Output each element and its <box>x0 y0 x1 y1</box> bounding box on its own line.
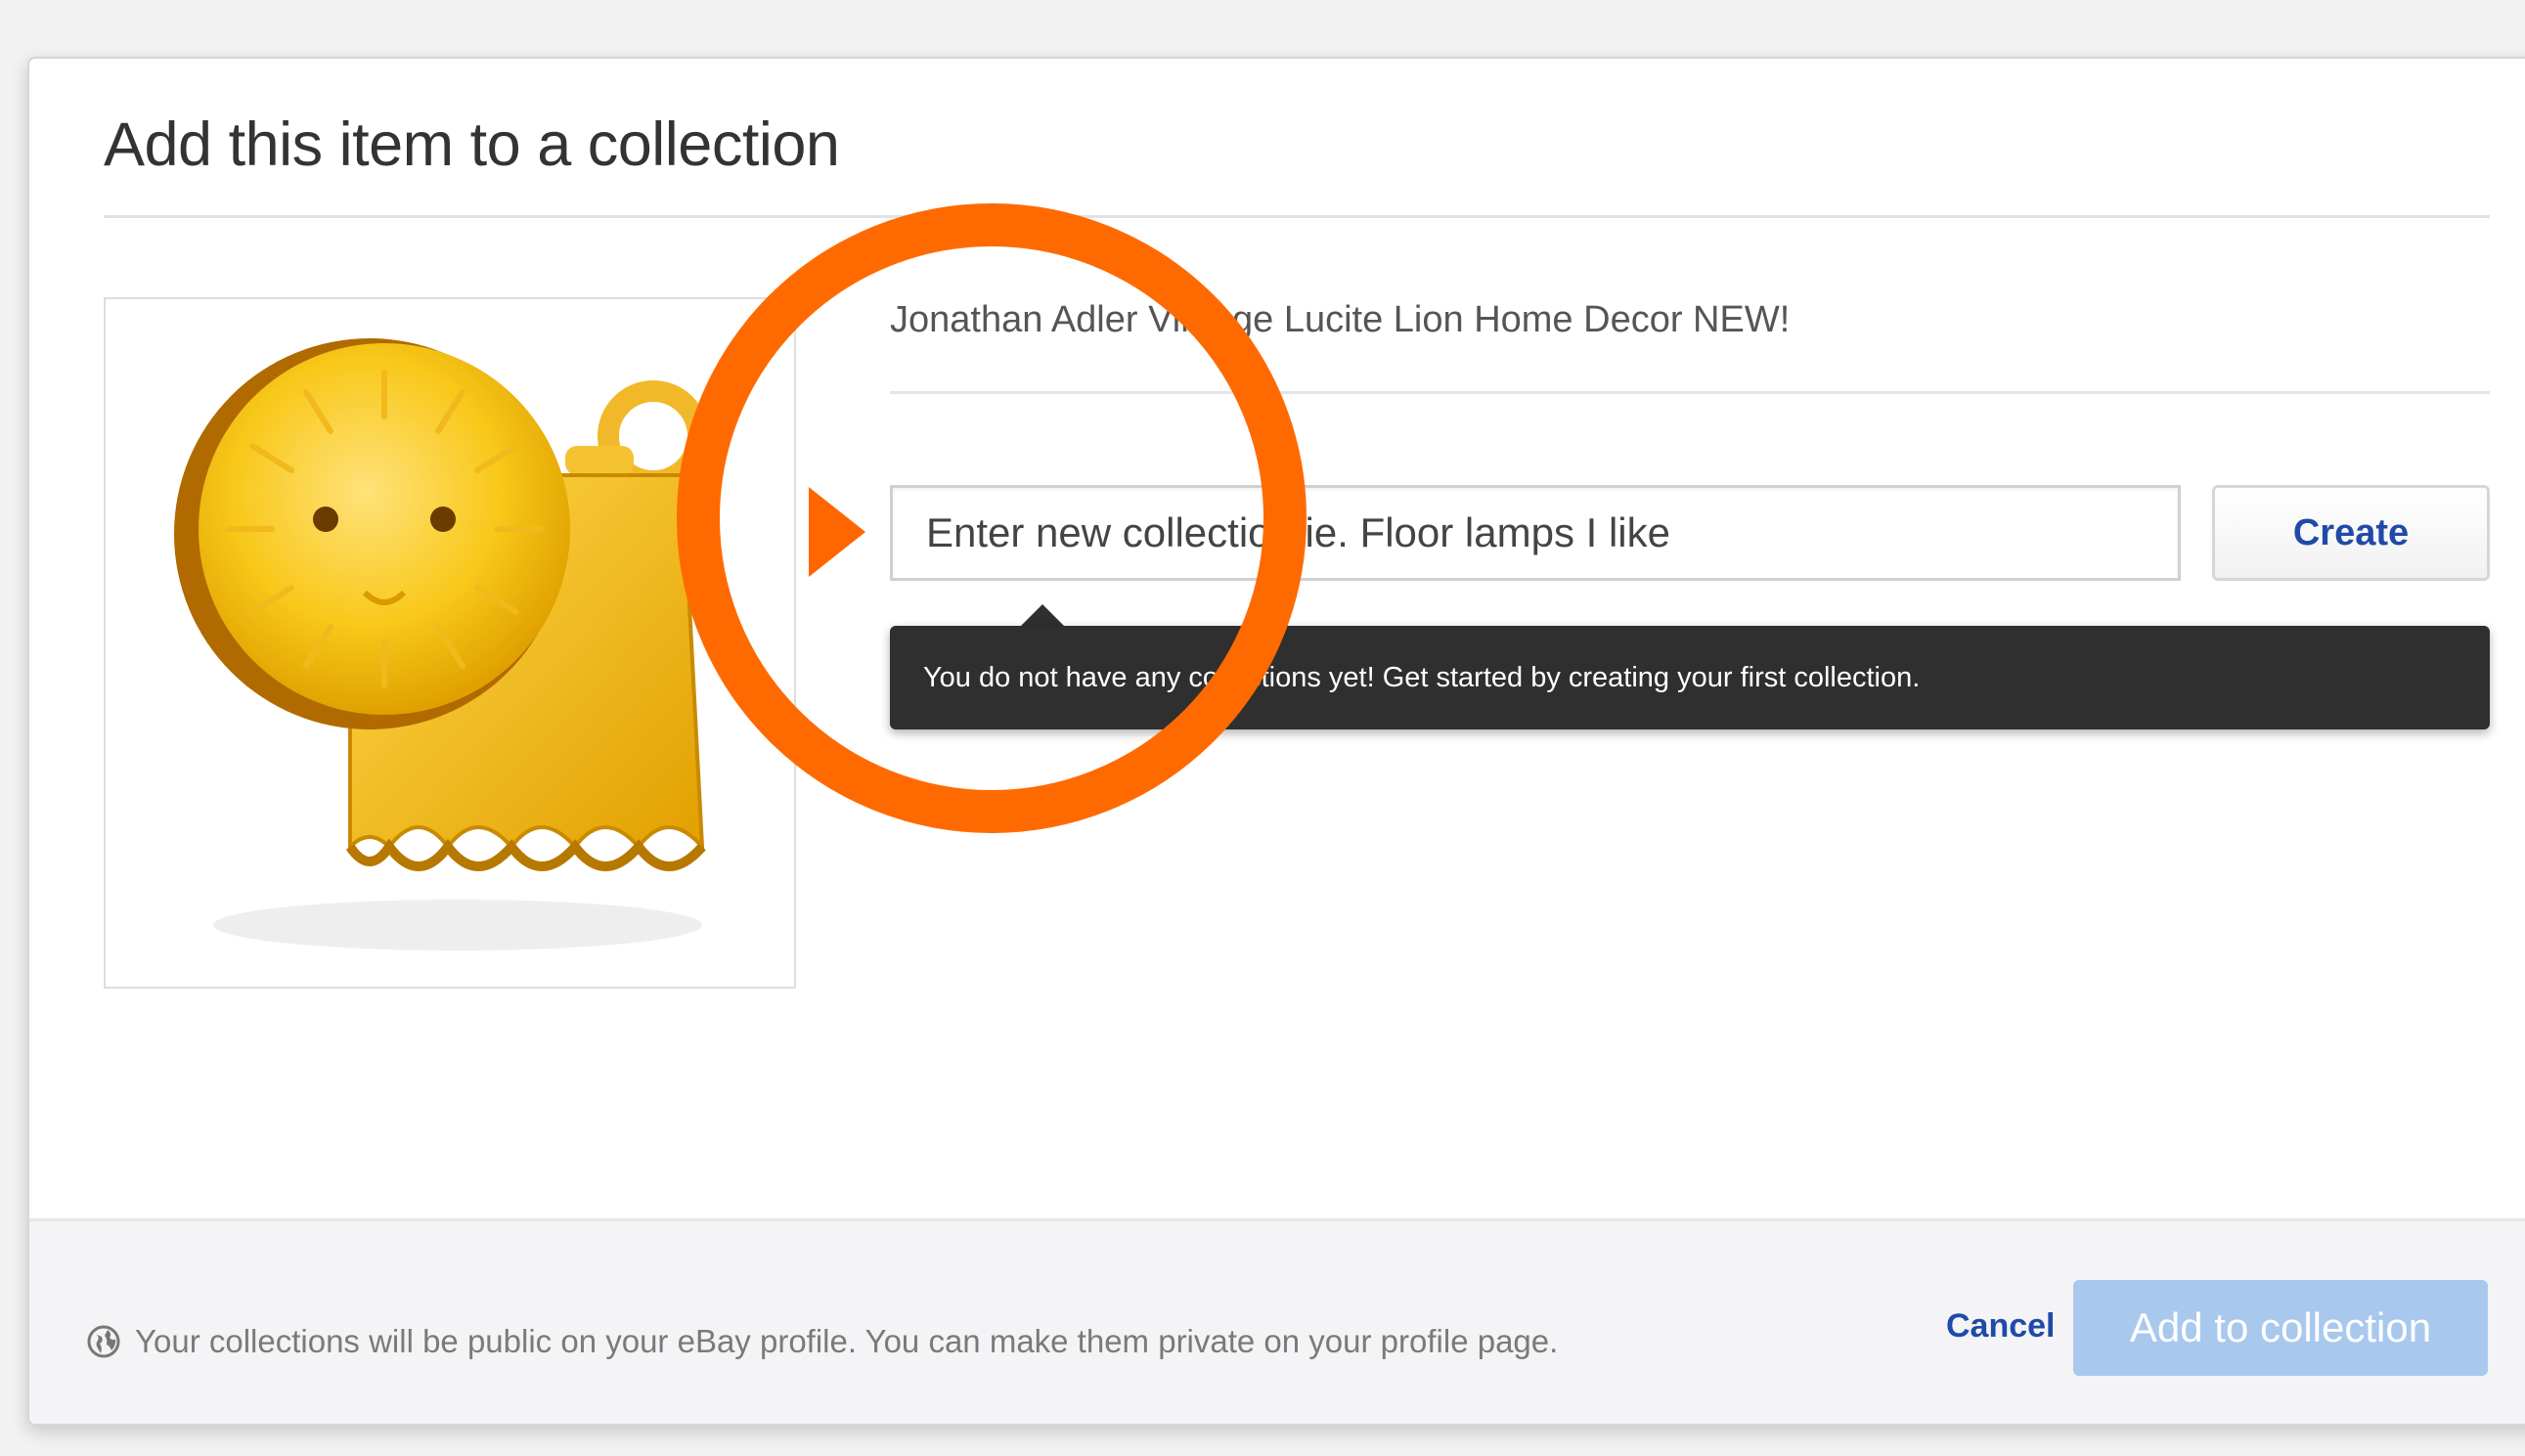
lion-figurine-image <box>174 338 709 950</box>
create-collection-button[interactable]: Create <box>2212 485 2490 581</box>
dialog-title: Add this item to a collection <box>104 110 840 179</box>
add-to-collection-dialog: Add this item to a collection Jonathan A… <box>27 57 2525 1426</box>
item-divider <box>890 391 2490 394</box>
privacy-note: Your collections will be public on your … <box>86 1323 1558 1360</box>
title-divider <box>104 215 2490 218</box>
dialog-footer: Your collections will be public on your … <box>29 1218 2525 1424</box>
cancel-button[interactable]: Cancel <box>1946 1307 2056 1346</box>
item-title[interactable]: Jonathan Adler Vintage Lucite Lion Home … <box>890 299 1790 341</box>
add-to-collection-button[interactable]: Add to collection <box>2073 1280 2488 1376</box>
tooltip-text: You do not have any collections yet! Get… <box>923 661 1921 693</box>
triangle-right-icon <box>809 487 865 577</box>
globe-icon <box>87 1325 120 1358</box>
privacy-note-text: Your collections will be public on your … <box>135 1323 1559 1359</box>
tooltip-caret <box>1021 604 1064 626</box>
new-collection-input[interactable] <box>890 485 2181 581</box>
no-collections-tooltip: You do not have any collections yet! Get… <box>890 626 2490 729</box>
item-image <box>104 297 796 989</box>
